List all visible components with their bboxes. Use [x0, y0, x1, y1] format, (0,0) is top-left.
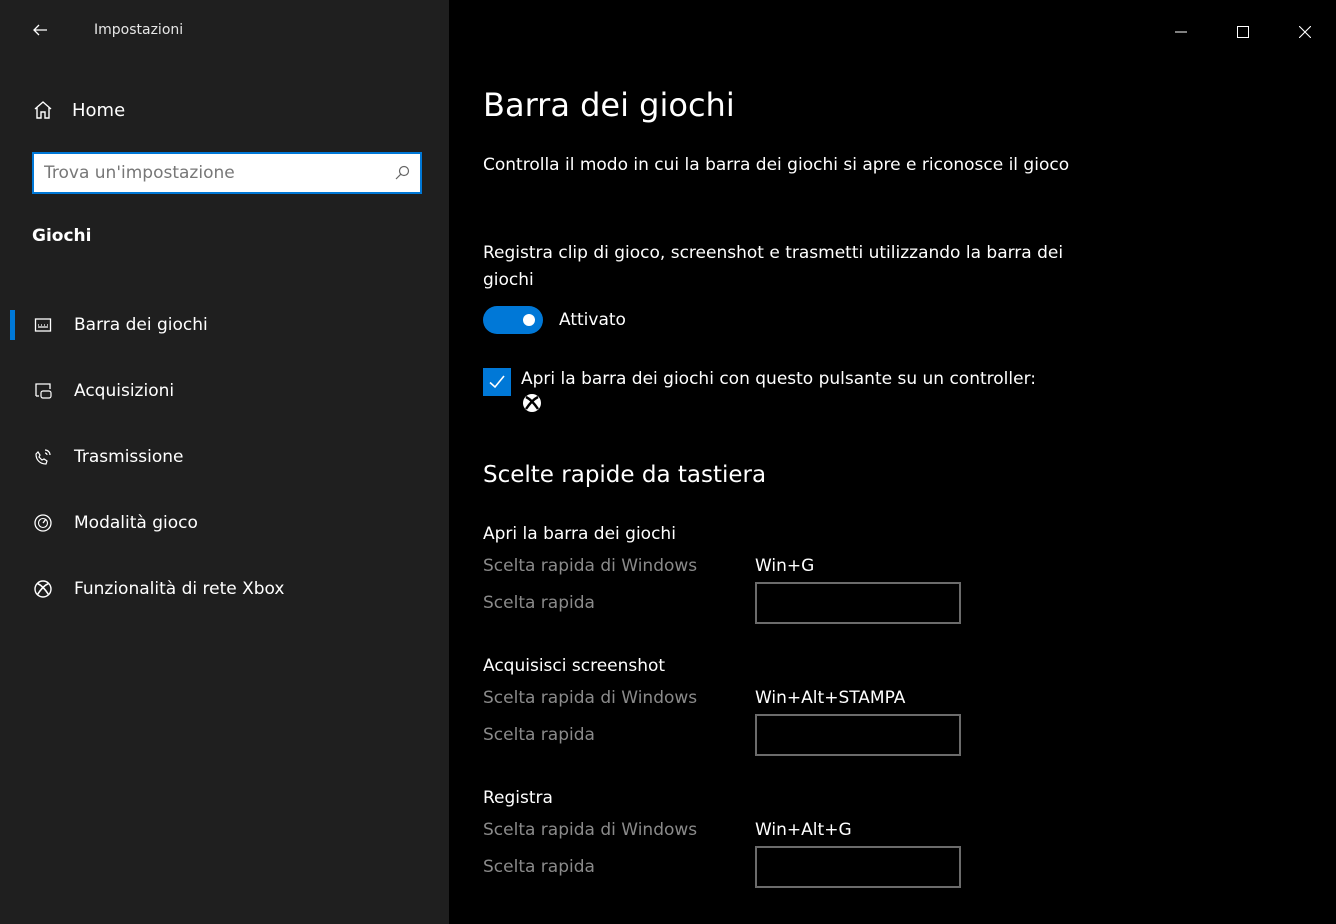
- back-button[interactable]: [24, 14, 56, 46]
- toggle-knob: [523, 314, 535, 326]
- game-mode-icon: [32, 512, 54, 534]
- shortcut-group-record: Registra Scelta rapida di Windows Win+Al…: [483, 788, 1183, 888]
- custom-shortcut-input[interactable]: [755, 714, 961, 756]
- xbox-icon: [32, 578, 54, 600]
- shortcut-group-open-game-bar: Apri la barra dei giochi Scelta rapida d…: [483, 524, 1183, 624]
- xbox-button-icon: [523, 394, 541, 412]
- custom-shortcut-label: Scelta rapida: [483, 857, 595, 877]
- sidebar-item-label: Trasmissione: [74, 447, 184, 467]
- minimize-button[interactable]: [1150, 0, 1212, 64]
- game-bar-icon: [32, 314, 54, 336]
- sidebar-item-label: Barra dei giochi: [74, 315, 208, 335]
- windows-shortcut-label: Scelta rapida di Windows: [483, 820, 698, 840]
- shortcuts-heading: Scelte rapide da tastiera: [483, 462, 767, 488]
- window-controls: [1150, 0, 1336, 64]
- custom-shortcut-input[interactable]: [755, 582, 961, 624]
- windows-shortcut-label: Scelta rapida di Windows: [483, 688, 698, 708]
- back-arrow-icon: [33, 24, 47, 36]
- checkmark-icon: [489, 375, 505, 389]
- sidebar-item-label: Acquisizioni: [74, 381, 175, 401]
- home-icon: [34, 101, 52, 119]
- page-description: Controlla il modo in cui la barra dei gi…: [483, 155, 1070, 175]
- sidebar-item-label: Modalità gioco: [74, 513, 198, 533]
- maximize-button[interactable]: [1212, 0, 1274, 64]
- sidebar-item-label: Funzionalità di rete Xbox: [74, 579, 285, 599]
- controller-button-option: Apri la barra dei giochi con questo puls…: [483, 368, 1036, 414]
- windows-shortcut-value: Win+Alt+STAMPA: [755, 688, 906, 708]
- search-input[interactable]: [34, 154, 384, 192]
- shortcut-name: Acquisisci screenshot: [483, 656, 666, 676]
- checkbox-label-wrap: Apri la barra dei giochi con questo puls…: [521, 368, 1036, 414]
- custom-shortcut-input[interactable]: [755, 846, 961, 888]
- toggle-description: Registra clip di gioco, screenshot e tra…: [483, 243, 1064, 290]
- sidebar-nav: Barra dei giochi Acquisizioni Trasmissio…: [0, 292, 449, 622]
- windows-shortcut-value: Win+G: [755, 556, 815, 576]
- maximize-icon: [1237, 26, 1249, 38]
- game-bar-toggle[interactable]: [483, 306, 543, 334]
- search-icon[interactable]: [384, 155, 420, 191]
- shortcut-name: Apri la barra dei giochi: [483, 524, 676, 544]
- section-heading: Giochi: [32, 226, 92, 246]
- sidebar-item-broadcast[interactable]: Trasmissione: [0, 424, 449, 490]
- shortcut-group-screenshot: Acquisisci screenshot Scelta rapida di W…: [483, 656, 1183, 756]
- settings-window: Impostazioni Home Giochi: [0, 0, 1336, 924]
- custom-shortcut-label: Scelta rapida: [483, 593, 595, 613]
- shortcut-name: Registra: [483, 788, 553, 808]
- checkbox-label: Apri la barra dei giochi con questo puls…: [521, 369, 1036, 389]
- sidebar-item-game-bar[interactable]: Barra dei giochi: [0, 292, 449, 358]
- toggle-state-label: Attivato: [559, 310, 626, 330]
- main-content: Barra dei giochi Controlla il modo in cu…: [449, 0, 1336, 924]
- sidebar-item-game-mode[interactable]: Modalità gioco: [0, 490, 449, 556]
- custom-shortcut-label: Scelta rapida: [483, 725, 595, 745]
- search-box: [32, 152, 422, 194]
- windows-shortcut-value: Win+Alt+G: [755, 820, 852, 840]
- broadcast-icon: [32, 446, 54, 468]
- close-button[interactable]: [1274, 0, 1336, 64]
- controller-button-checkbox[interactable]: [483, 368, 511, 396]
- page-title: Barra dei giochi: [483, 86, 735, 124]
- windows-shortcut-label: Scelta rapida di Windows: [483, 556, 698, 576]
- sidebar-item-captures[interactable]: Acquisizioni: [0, 358, 449, 424]
- close-icon: [1299, 26, 1311, 38]
- selection-indicator: [10, 310, 15, 340]
- captures-icon: [32, 380, 54, 402]
- sidebar: Impostazioni Home Giochi: [0, 0, 449, 924]
- minimize-icon: [1175, 31, 1187, 33]
- home-link[interactable]: Home: [32, 94, 125, 126]
- sidebar-item-xbox-networking[interactable]: Funzionalità di rete Xbox: [0, 556, 449, 622]
- toggle-row: Attivato: [483, 306, 626, 334]
- home-label: Home: [72, 99, 126, 121]
- app-title: Impostazioni: [94, 22, 184, 38]
